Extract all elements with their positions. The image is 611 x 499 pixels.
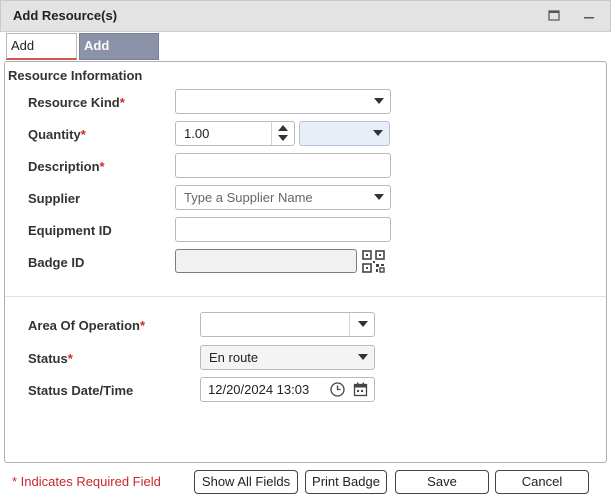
- datetime-value: 12/20/2024 13:03: [208, 382, 310, 397]
- status-label: Status*: [28, 351, 73, 366]
- tab-add-single[interactable]: Add Single: [6, 33, 77, 77]
- save-button[interactable]: Save: [395, 470, 489, 494]
- chevron-down-icon[interactable]: [349, 313, 374, 336]
- status-datetime-label: Status Date/Time: [28, 383, 134, 398]
- area-of-operation-select[interactable]: [200, 312, 375, 337]
- tab-add-multiple[interactable]: Add Multiple: [79, 33, 159, 77]
- area-of-operation-label: Area Of Operation*: [28, 318, 146, 333]
- quantity-label: Quantity*: [28, 127, 86, 142]
- section-title: Resource Information: [8, 68, 143, 83]
- show-all-fields-button[interactable]: Show All Fields: [194, 470, 298, 494]
- badge-id-label: Badge ID: [28, 255, 85, 270]
- quantity-stepper[interactable]: 1.00: [175, 121, 295, 146]
- equipment-id-input[interactable]: [175, 217, 391, 242]
- resource-kind-select[interactable]: [175, 89, 391, 114]
- badge-id-input: [175, 249, 357, 273]
- print-badge-button[interactable]: Print Badge: [305, 470, 387, 494]
- required-field-note: * Indicates Required Field: [12, 474, 161, 489]
- stepper-buttons[interactable]: [271, 122, 294, 145]
- resource-kind-label: Resource Kind*: [28, 95, 125, 110]
- chevron-down-icon[interactable]: [366, 90, 390, 113]
- supplier-combobox[interactable]: Type a Supplier Name: [175, 185, 391, 210]
- chevron-down-icon[interactable]: [365, 122, 389, 145]
- status-select[interactable]: En route: [200, 345, 375, 370]
- status-datetime-picker[interactable]: 12/20/2024 13:03: [200, 377, 375, 402]
- equipment-id-label: Equipment ID: [28, 223, 112, 238]
- minimize-icon[interactable]: [581, 7, 597, 23]
- calendar-icon[interactable]: [352, 381, 369, 398]
- description-input[interactable]: [175, 153, 391, 178]
- supplier-placeholder: Type a Supplier Name: [184, 190, 313, 205]
- arrow-up-icon: [278, 125, 288, 131]
- dialog-title: Add Resource(s): [13, 8, 118, 23]
- qr-code-icon[interactable]: [362, 250, 385, 273]
- maximize-icon[interactable]: [546, 7, 562, 23]
- clock-icon[interactable]: [329, 381, 346, 398]
- cancel-button[interactable]: Cancel: [495, 470, 589, 494]
- chevron-down-icon[interactable]: [366, 186, 390, 209]
- supplier-label: Supplier: [28, 191, 81, 206]
- arrow-down-icon: [278, 135, 288, 141]
- dialog-titlebar: Add Resource(s): [0, 0, 611, 32]
- quantity-unit-select[interactable]: [299, 121, 390, 146]
- section-divider: [5, 296, 606, 297]
- description-label: Description*: [28, 159, 105, 174]
- chevron-down-icon[interactable]: [350, 346, 374, 369]
